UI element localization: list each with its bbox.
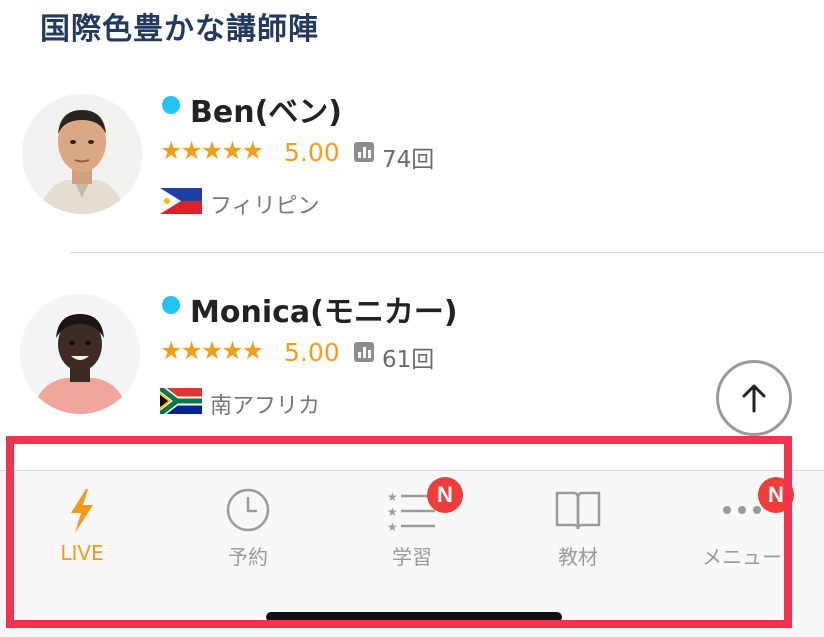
rating-value: 5.00 [284,338,340,367]
lesson-count: 74回 [382,147,435,173]
tab-label: LIVE [60,541,104,565]
arrow-up-icon [742,384,766,413]
philippines-flag-icon [160,188,202,214]
tutor-country: フィリピン [210,194,320,219]
lesson-count-icon [354,342,374,362]
rating-stars-icon: ★★★★★ [160,136,264,165]
avatar-image [22,94,142,214]
online-status-dot [162,96,180,114]
new-badge: N [758,477,794,513]
clock-icon [226,488,270,532]
tab-live[interactable]: LIVE [0,471,164,601]
rating-value: 5.00 [284,138,340,167]
online-status-dot [162,296,180,314]
avatar-image [20,294,140,414]
svg-text:★: ★ [387,490,398,504]
south-africa-flag-icon [160,388,202,414]
tab-label: 予約 [228,545,268,569]
row-divider [70,252,824,253]
section-title: 国際色豊かな講師陣 [40,12,319,47]
tab-study[interactable]: ★ ★ ★ N 学習 [330,471,494,601]
svg-text:★: ★ [387,520,398,534]
tutor-card[interactable]: Monica(モニカー) ★★★★★ 5.00 61回 南アフリカ [0,282,824,432]
tutor-country: 南アフリカ [210,394,321,419]
tutor-avatar[interactable] [20,294,140,414]
rating-stars-icon: ★★★★★ [160,336,264,365]
new-badge: N [427,477,463,513]
tutor-name[interactable]: Monica(モニカー) [190,287,458,331]
lightning-icon [71,489,93,533]
lesson-count: 61回 [382,347,435,373]
book-icon [555,491,601,530]
tab-label: メニュー [702,545,782,569]
tab-label: 教材 [558,545,598,569]
tutor-name[interactable]: Ben(ベン) [190,87,342,131]
tab-menu[interactable]: N メニュー [660,471,824,601]
lesson-count-icon [354,142,374,162]
tutor-avatar[interactable] [22,94,142,214]
tutor-card[interactable]: Ben(ベン) ★★★★★ 5.00 74回 フィリピン [0,80,824,252]
tab-label: 学習 [392,545,432,569]
svg-text:★: ★ [387,505,398,519]
tab-reservation[interactable]: 予約 [166,471,330,601]
home-indicator [266,612,562,622]
scroll-to-top-button[interactable] [716,360,792,436]
tab-materials[interactable]: 教材 [496,471,660,601]
